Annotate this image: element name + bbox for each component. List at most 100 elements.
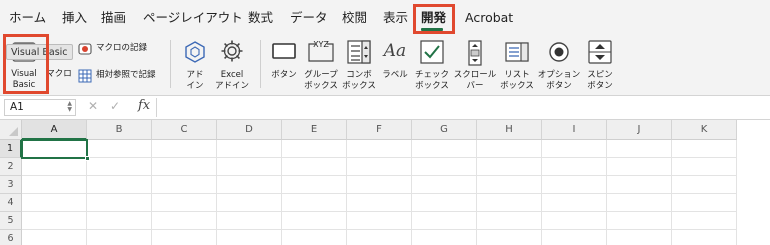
tab-view[interactable]: 表示 bbox=[383, 10, 408, 26]
cell-k6[interactable] bbox=[672, 230, 737, 245]
cell-f3[interactable] bbox=[347, 176, 412, 194]
column-header-a[interactable]: A bbox=[22, 120, 87, 140]
cell-j6[interactable] bbox=[607, 230, 672, 245]
cell-a5[interactable] bbox=[22, 212, 87, 230]
column-header-c[interactable]: C bbox=[152, 120, 217, 140]
cell-e1[interactable] bbox=[282, 140, 347, 158]
name-box[interactable]: A1 ▲ ▼ bbox=[4, 99, 76, 116]
cell-d2[interactable] bbox=[217, 158, 282, 176]
cell-k5[interactable] bbox=[672, 212, 737, 230]
scroll-bar-control[interactable]: スクロール バー bbox=[452, 36, 498, 94]
row-header-6[interactable]: 6 bbox=[0, 230, 22, 245]
cell-c2[interactable] bbox=[152, 158, 217, 176]
column-header-d[interactable]: D bbox=[217, 120, 282, 140]
cell-b2[interactable] bbox=[87, 158, 152, 176]
cell-c5[interactable] bbox=[152, 212, 217, 230]
list-box-control[interactable]: リスト ボックス bbox=[498, 36, 536, 94]
relative-references-button[interactable]: 相対参照で記録 bbox=[78, 69, 168, 83]
cell-d1[interactable] bbox=[217, 140, 282, 158]
tab-insert[interactable]: 挿入 bbox=[62, 10, 87, 26]
cell-g1[interactable] bbox=[412, 140, 477, 158]
cell-b6[interactable] bbox=[87, 230, 152, 245]
cell-j4[interactable] bbox=[607, 194, 672, 212]
cell-e5[interactable] bbox=[282, 212, 347, 230]
cell-f5[interactable] bbox=[347, 212, 412, 230]
cell-a6[interactable] bbox=[22, 230, 87, 245]
cell-g5[interactable] bbox=[412, 212, 477, 230]
row-header-2[interactable]: 2 bbox=[0, 158, 22, 176]
cell-f1[interactable] bbox=[347, 140, 412, 158]
form-button-control[interactable]: ボタン bbox=[266, 36, 302, 94]
column-header-i[interactable]: I bbox=[542, 120, 607, 140]
column-header-h[interactable]: H bbox=[477, 120, 542, 140]
column-header-g[interactable]: G bbox=[412, 120, 477, 140]
column-header-b[interactable]: B bbox=[87, 120, 152, 140]
cell-a3[interactable] bbox=[22, 176, 87, 194]
check-box-control[interactable]: チェック ボックス bbox=[412, 36, 452, 94]
cell-i2[interactable] bbox=[542, 158, 607, 176]
cell-h3[interactable] bbox=[477, 176, 542, 194]
cell-h2[interactable] bbox=[477, 158, 542, 176]
cell-i4[interactable] bbox=[542, 194, 607, 212]
spin-button-control[interactable]: スピン ボタン bbox=[582, 36, 618, 94]
cell-d3[interactable] bbox=[217, 176, 282, 194]
cell-f6[interactable] bbox=[347, 230, 412, 245]
cell-i1[interactable] bbox=[542, 140, 607, 158]
row-header-5[interactable]: 5 bbox=[0, 212, 22, 230]
cell-f4[interactable] bbox=[347, 194, 412, 212]
column-header-j[interactable]: J bbox=[607, 120, 672, 140]
tab-draw[interactable]: 描画 bbox=[101, 10, 126, 26]
tab-data[interactable]: データ bbox=[290, 10, 328, 26]
cancel-icon[interactable]: ✕ bbox=[88, 99, 98, 113]
cell-g3[interactable] bbox=[412, 176, 477, 194]
cell-c1[interactable] bbox=[152, 140, 217, 158]
cell-g2[interactable] bbox=[412, 158, 477, 176]
cell-k4[interactable] bbox=[672, 194, 737, 212]
cell-b1[interactable] bbox=[87, 140, 152, 158]
tab-home[interactable]: ホーム bbox=[9, 10, 46, 26]
cell-i6[interactable] bbox=[542, 230, 607, 245]
cell-d4[interactable] bbox=[217, 194, 282, 212]
cell-e6[interactable] bbox=[282, 230, 347, 245]
record-macro-button[interactable]: マクロの記録 bbox=[78, 42, 168, 56]
tab-formulas[interactable]: 数式 bbox=[248, 10, 273, 26]
column-header-e[interactable]: E bbox=[282, 120, 347, 140]
cell-i3[interactable] bbox=[542, 176, 607, 194]
cell-d5[interactable] bbox=[217, 212, 282, 230]
cell-k2[interactable] bbox=[672, 158, 737, 176]
excel-addins-button[interactable]: Excel アドイン bbox=[210, 36, 254, 94]
cell-h6[interactable] bbox=[477, 230, 542, 245]
tab-acrobat[interactable]: Acrobat bbox=[465, 10, 513, 26]
cell-f2[interactable] bbox=[347, 158, 412, 176]
cell-c6[interactable] bbox=[152, 230, 217, 245]
cell-k1[interactable] bbox=[672, 140, 737, 158]
cell-i5[interactable] bbox=[542, 212, 607, 230]
fill-handle[interactable] bbox=[85, 156, 90, 161]
row-header-3[interactable]: 3 bbox=[0, 176, 22, 194]
cell-h5[interactable] bbox=[477, 212, 542, 230]
cell-h1[interactable] bbox=[477, 140, 542, 158]
cell-a4[interactable] bbox=[22, 194, 87, 212]
cell-j5[interactable] bbox=[607, 212, 672, 230]
label-control[interactable]: Aa ラベル bbox=[378, 36, 412, 94]
cell-j3[interactable] bbox=[607, 176, 672, 194]
row-header-4[interactable]: 4 bbox=[0, 194, 22, 212]
combo-box-control[interactable]: コンボ ボックス bbox=[340, 36, 378, 94]
group-box-control[interactable]: XYZ グループ ボックス bbox=[302, 36, 340, 94]
tab-page-layout[interactable]: ページレイアウト bbox=[143, 10, 243, 26]
enter-icon[interactable]: ✓ bbox=[110, 99, 120, 113]
insert-function-icon[interactable]: fx bbox=[138, 98, 150, 113]
column-header-k[interactable]: K bbox=[672, 120, 737, 140]
cell-c4[interactable] bbox=[152, 194, 217, 212]
formula-input[interactable] bbox=[158, 98, 770, 117]
cell-a2[interactable] bbox=[22, 158, 87, 176]
name-box-dropdown-icon[interactable]: ▲ ▼ bbox=[67, 101, 72, 113]
cell-k3[interactable] bbox=[672, 176, 737, 194]
addins-button[interactable]: アド イン bbox=[180, 36, 210, 94]
cell-d6[interactable] bbox=[217, 230, 282, 245]
cell-b4[interactable] bbox=[87, 194, 152, 212]
option-button-control[interactable]: オプション ボタン bbox=[536, 36, 582, 94]
cell-e4[interactable] bbox=[282, 194, 347, 212]
cell-g6[interactable] bbox=[412, 230, 477, 245]
cell-c3[interactable] bbox=[152, 176, 217, 194]
